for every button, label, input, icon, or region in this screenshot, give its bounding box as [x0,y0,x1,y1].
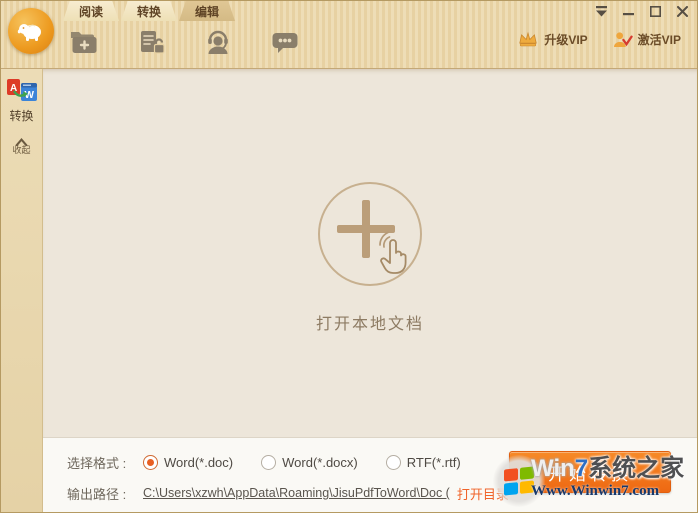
activate-vip-button[interactable]: 激活VIP [612,31,681,48]
activate-vip-label: 激活VIP [637,33,681,47]
format-radio-0[interactable]: Word(*.doc) [143,454,233,470]
open-document-button[interactable] [318,182,422,286]
body: A W 转换 收起 打开本地文档 选择格式: Word(*.doc) Word… [1,69,697,512]
maximize-icon [649,5,661,17]
tab-edit[interactable]: 编辑 [179,1,235,21]
tab-convert[interactable]: 转换 [121,1,177,21]
sidebar-collapse-button[interactable]: 收起 [12,138,31,155]
document-lock-icon [141,31,165,54]
close-icon [676,5,688,17]
upgrade-vip-label: 升级VIP [544,33,588,47]
folder-plus-icon [71,32,97,53]
pdf-to-word-icon: A W [6,79,37,101]
elephant-logo-icon [17,24,41,41]
vip-area: 升级VIP 激活VIP [517,31,681,48]
format-radio-1[interactable]: Word(*.docx) [261,454,358,470]
app-window: 阅读 转换 编辑 升级VIP 激活VIP A W 转换 收起 打开本地文档 选择… [0,0,698,513]
feedback-button[interactable] [268,27,302,59]
output-path-label: 输出路径 : [67,486,127,502]
upgrade-vip-button[interactable]: 升级VIP [517,31,588,48]
minimize-icon [622,13,634,16]
format-radio-2[interactable]: RTF(*.rtf) [385,454,461,470]
sidebar-collapse-label: 收起 [12,145,31,155]
radio-icon [143,454,158,470]
customer-service-button[interactable] [201,27,235,59]
chat-dots-icon [272,33,298,53]
person-check-icon [613,32,633,48]
footer-panel: 选择格式 : Word(*.doc) Word(*.docx) RTF(*.rt… [43,437,697,512]
crown-icon [519,31,538,47]
open-directory-link[interactable]: 打开目录 [457,484,509,503]
tap-hand-icon [379,231,407,274]
main-menu-button[interactable] [594,5,608,17]
app-logo[interactable] [8,8,54,54]
output-path-link[interactable]: C:\Users\xzwh\AppData\Roaming\JisuPdfToW… [143,486,450,500]
start-convert-button[interactable]: 开始转换 [509,451,671,493]
radio-icon [385,454,401,470]
sidebar: A W 转换 收起 [1,69,43,512]
drop-area: 打开本地文档 [43,69,697,437]
headset-person-icon [208,30,228,54]
content: 打开本地文档 选择格式 : Word(*.doc) Word(*.docx) R… [43,69,697,512]
tab-bar: 阅读 转换 编辑 [63,1,235,21]
open-document-label: 打开本地文档 [315,316,424,333]
unlock-document-button[interactable] [134,27,168,59]
minimize-button[interactable] [621,5,635,17]
close-button[interactable] [675,5,689,17]
sidebar-convert-label: 转换 [9,109,34,123]
toolbar [67,27,302,59]
header: 阅读 转换 编辑 升级VIP 激活VIP [1,1,697,69]
open-folder-button[interactable] [67,27,101,59]
format-label: 选择格式 : [67,455,127,471]
menu-icon [595,5,607,16]
window-controls [594,5,689,17]
tab-read[interactable]: 阅读 [63,1,119,21]
maximize-button[interactable] [648,5,662,17]
radio-icon [261,454,277,470]
sidebar-item-convert[interactable]: A W 转换 [6,77,38,124]
